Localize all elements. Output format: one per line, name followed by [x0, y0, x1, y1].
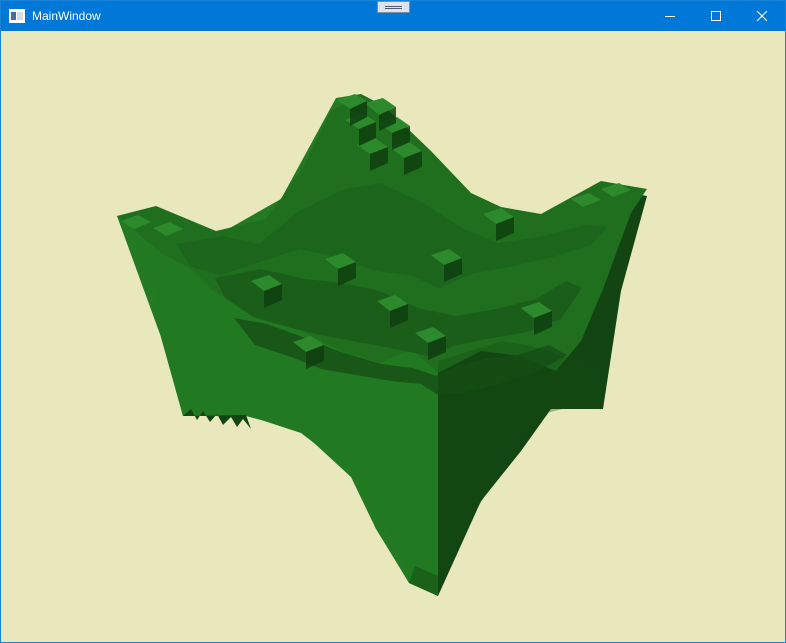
voxel-surface-view[interactable]	[1, 31, 785, 642]
maximize-button[interactable]	[693, 1, 739, 31]
title-bar[interactable]: MainWindow	[1, 1, 785, 31]
minimize-icon	[665, 16, 675, 17]
right-wall-shade	[438, 341, 603, 596]
maximize-icon	[711, 11, 721, 21]
close-button[interactable]	[739, 1, 785, 31]
window-title: MainWindow	[32, 9, 101, 23]
minimize-button[interactable]	[647, 1, 693, 31]
close-icon	[756, 10, 768, 22]
client-area	[1, 31, 785, 642]
drag-handle[interactable]	[377, 1, 410, 13]
window-app-icon	[9, 9, 25, 23]
main-window: MainWindow	[0, 0, 786, 643]
